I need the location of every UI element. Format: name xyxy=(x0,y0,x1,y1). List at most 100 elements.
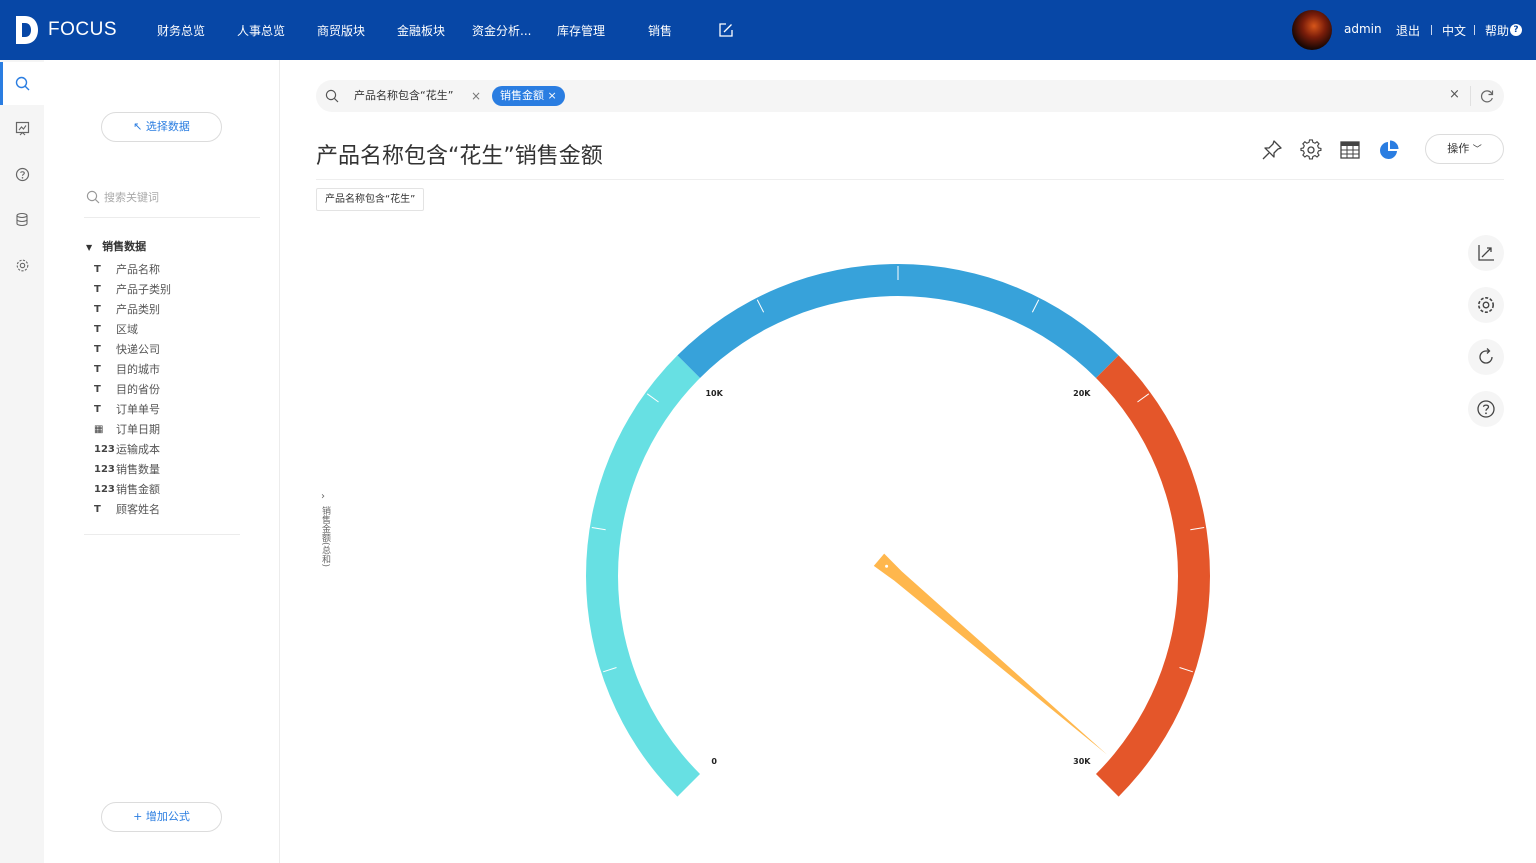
help-link[interactable]: 帮助 xyxy=(1485,22,1509,39)
remove-token-icon[interactable]: × xyxy=(548,89,557,102)
settings-icon[interactable] xyxy=(1300,139,1322,161)
refresh-chart-button[interactable] xyxy=(1468,339,1504,375)
text-type-icon: T xyxy=(94,263,101,275)
field-label: 销售数量 xyxy=(116,463,160,476)
query-token-filter[interactable]: 产品名称包含“花生” xyxy=(348,86,459,106)
remove-token-icon[interactable]: × xyxy=(471,86,481,106)
field-item[interactable]: 123 运输成本 xyxy=(94,440,160,458)
field-label: 顾客姓名 xyxy=(116,503,160,516)
logout-link[interactable]: 退出 xyxy=(1396,22,1420,39)
language-switch[interactable]: 中文 xyxy=(1442,22,1466,39)
chevron-right-icon[interactable]: › xyxy=(321,491,325,502)
pie-chart-icon[interactable] xyxy=(1378,139,1400,161)
settings-icon xyxy=(1478,297,1494,313)
field-item[interactable]: T 订单单号 xyxy=(94,400,160,418)
field-item[interactable]: T 产品名称 xyxy=(94,260,160,278)
logo[interactable]: FOCUS xyxy=(14,14,117,46)
field-label: 运输成本 xyxy=(116,443,160,456)
gauge-needle-pivot xyxy=(885,564,889,568)
search-icon[interactable] xyxy=(15,76,30,91)
field-item[interactable]: T 顾客姓名 xyxy=(94,500,160,518)
gauge-tick-label: 0 xyxy=(711,757,717,766)
add-formula-button[interactable]: + 增加公式 xyxy=(101,802,222,832)
field-label: 产品名称 xyxy=(116,263,160,276)
chart-help-button[interactable] xyxy=(1468,391,1504,427)
field-label: 目的城市 xyxy=(116,363,160,376)
divider xyxy=(316,179,1504,180)
field-item[interactable]: 123 销售金额 xyxy=(94,480,160,498)
board-icon[interactable] xyxy=(15,121,30,136)
field-item[interactable]: ▦ 订单日期 xyxy=(94,420,160,438)
database-icon[interactable] xyxy=(15,212,30,227)
edit-icon[interactable] xyxy=(719,23,733,37)
nav-financial[interactable]: 金融板块 xyxy=(397,22,445,39)
filter-tag[interactable]: 产品名称包含“花生” xyxy=(316,188,425,211)
gauge-chart: 0 10K 20K 30K xyxy=(586,264,1210,797)
search-icon xyxy=(325,89,339,103)
field-label: 订单日期 xyxy=(116,423,160,436)
help-icon[interactable]: ? xyxy=(1510,24,1522,36)
data-panel: ↖ 选择数据 ▼ 销售数据 T 产品名称 T 产品子类别 T 产品类别 T 区域 T 快递公… xyxy=(44,60,280,863)
text-type-icon: T xyxy=(94,323,101,335)
field-item[interactable]: T 产品类别 xyxy=(94,300,160,318)
data-group-sales[interactable]: ▼ 销售数据 xyxy=(86,238,146,254)
field-item[interactable]: T 产品子类别 xyxy=(94,280,171,298)
field-item[interactable]: T 快递公司 xyxy=(94,340,160,358)
nav-sales[interactable]: 销售 xyxy=(648,22,672,39)
field-search xyxy=(84,186,260,218)
text-type-icon: T xyxy=(94,503,101,515)
chart-settings-button[interactable] xyxy=(1468,287,1504,323)
refresh-icon[interactable] xyxy=(1479,88,1495,104)
gauge-tick-label: 20K xyxy=(1073,389,1091,398)
gauge-tick-label: 10K xyxy=(705,389,723,398)
question-icon[interactable] xyxy=(15,167,30,182)
nav-finance[interactable]: 财务总览 xyxy=(157,22,205,39)
gauge-band xyxy=(1095,355,1210,797)
nav-inventory[interactable]: 库存管理 xyxy=(557,22,605,39)
pin-icon[interactable] xyxy=(1261,139,1283,161)
y-axis-label[interactable]: 销售金额(总和) xyxy=(318,506,332,576)
field-item[interactable]: T 区域 xyxy=(94,320,138,338)
field-label: 订单单号 xyxy=(116,403,160,416)
avatar[interactable] xyxy=(1292,10,1332,50)
number-type-icon: 123 xyxy=(94,443,115,455)
divider xyxy=(1474,25,1475,35)
logo-text: FOCUS xyxy=(48,19,117,40)
gauge-band xyxy=(677,264,1119,379)
gauge-needle xyxy=(873,553,1108,755)
clear-query-icon[interactable]: × xyxy=(1449,87,1461,105)
text-type-icon: T xyxy=(94,383,101,395)
number-type-icon: 123 xyxy=(94,463,115,475)
axis-settings-button[interactable] xyxy=(1468,235,1504,271)
axis-icon xyxy=(1478,245,1494,261)
field-label: 产品子类别 xyxy=(116,283,171,296)
focus-logo-icon xyxy=(16,16,38,44)
nav-trade[interactable]: 商贸版块 xyxy=(317,22,365,39)
text-type-icon: T xyxy=(94,403,101,415)
table-icon[interactable] xyxy=(1339,139,1361,161)
field-item[interactable]: 123 销售数量 xyxy=(94,460,160,478)
field-item[interactable]: T 目的省份 xyxy=(94,380,160,398)
query-token-measure[interactable]: 销售金额 × xyxy=(492,86,565,106)
calendar-icon: ▦ xyxy=(94,423,104,435)
number-type-icon: 123 xyxy=(94,483,115,495)
gauge-band xyxy=(586,355,701,797)
caret-down-icon: ▼ xyxy=(86,243,93,252)
field-label: 目的省份 xyxy=(116,383,160,396)
settings-icon[interactable] xyxy=(15,258,30,273)
field-search-input[interactable] xyxy=(104,188,254,206)
rail-active-indicator xyxy=(0,62,3,105)
field-label: 区域 xyxy=(116,323,138,336)
field-label: 销售金额 xyxy=(116,483,160,496)
username[interactable]: admin xyxy=(1344,22,1382,36)
operations-dropdown[interactable]: 操作 ﹀ xyxy=(1425,134,1504,164)
field-label: 快递公司 xyxy=(116,343,160,356)
gauge-tick-label: 30K xyxy=(1073,757,1091,766)
nav-hr[interactable]: 人事总览 xyxy=(237,22,285,39)
nav-capital[interactable]: 资金分析... xyxy=(472,22,531,39)
field-item[interactable]: T 目的城市 xyxy=(94,360,160,378)
divider xyxy=(84,534,240,535)
top-nav-bar: FOCUS 财务总览 人事总览 商贸版块 金融板块 资金分析... 库存管理 销… xyxy=(0,0,1536,60)
select-data-button[interactable]: ↖ 选择数据 xyxy=(101,112,222,142)
chevron-down-icon: ﹀ xyxy=(1472,145,1482,155)
